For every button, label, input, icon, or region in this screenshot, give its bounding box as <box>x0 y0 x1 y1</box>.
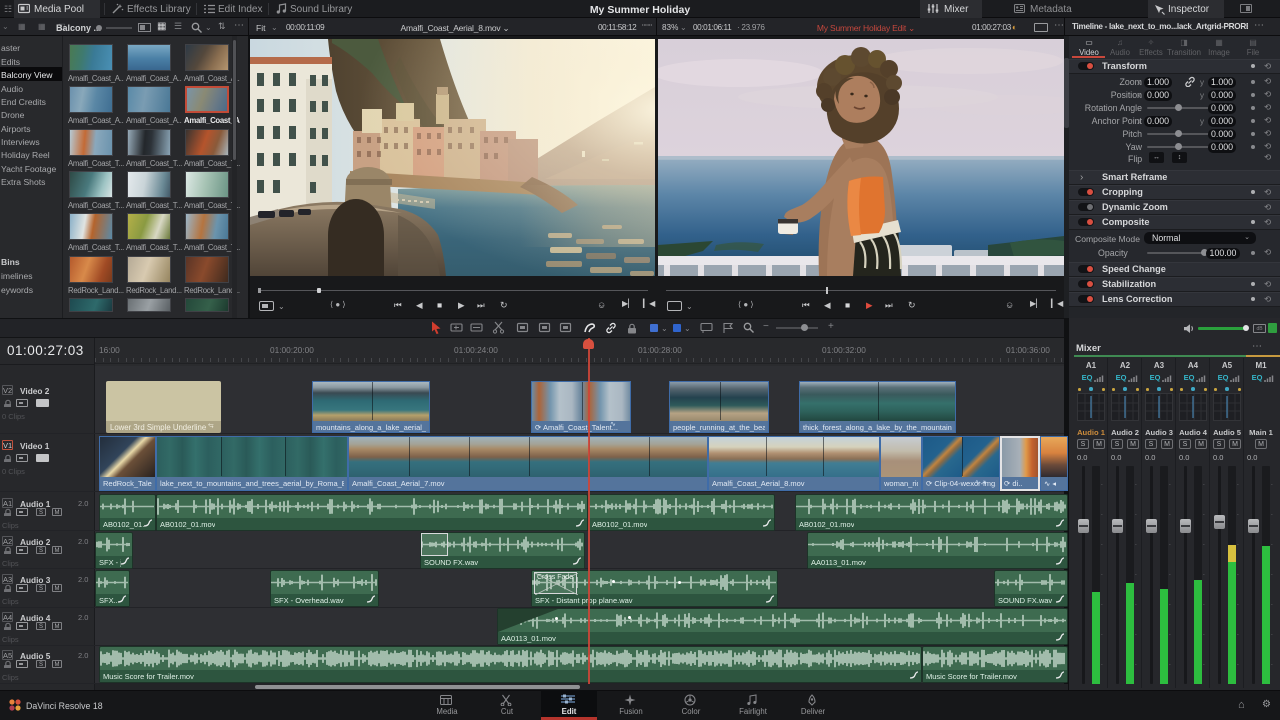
svg-text:-: - <box>1237 482 1239 488</box>
svg-text:-: - <box>1135 632 1137 638</box>
svg-text:-: - <box>1169 632 1171 638</box>
svg-text:-: - <box>1135 542 1137 548</box>
svg-text:-: - <box>1271 632 1273 638</box>
svg-text:-: - <box>1203 542 1205 548</box>
svg-text:-: - <box>1271 512 1273 518</box>
svg-text:-: - <box>1203 572 1205 578</box>
svg-text:-: - <box>1237 512 1239 518</box>
svg-text:-: - <box>1135 662 1137 668</box>
svg-text:-: - <box>1169 572 1171 578</box>
svg-text:-: - <box>1203 662 1205 668</box>
svg-text:-: - <box>1169 662 1171 668</box>
svg-text:-: - <box>1101 542 1103 548</box>
svg-text:-: - <box>1101 632 1103 638</box>
svg-text:-: - <box>1203 512 1205 518</box>
svg-text:-: - <box>1101 662 1103 668</box>
svg-text:-: - <box>1271 542 1273 548</box>
svg-text:-: - <box>1135 482 1137 488</box>
svg-text:-: - <box>1271 482 1273 488</box>
svg-text:-: - <box>1237 572 1239 578</box>
svg-text:-: - <box>1169 512 1171 518</box>
svg-text:-: - <box>1169 482 1171 488</box>
svg-text:-: - <box>1101 482 1103 488</box>
svg-text:-: - <box>1101 572 1103 578</box>
svg-text:-: - <box>1271 572 1273 578</box>
svg-text:-: - <box>1271 662 1273 668</box>
svg-text:-: - <box>1135 602 1137 608</box>
svg-text:-: - <box>1169 542 1171 548</box>
svg-text:-: - <box>1237 632 1239 638</box>
svg-text:-: - <box>1237 662 1239 668</box>
svg-text:-: - <box>1101 512 1103 518</box>
svg-text:-: - <box>1135 512 1137 518</box>
svg-text:-: - <box>1271 602 1273 608</box>
svg-text:-: - <box>1237 542 1239 548</box>
svg-text:-: - <box>1203 632 1205 638</box>
svg-text:-: - <box>1203 602 1205 608</box>
svg-text:-: - <box>1169 602 1171 608</box>
svg-text:-: - <box>1203 482 1205 488</box>
svg-text:-: - <box>1135 572 1137 578</box>
svg-text:-: - <box>1237 602 1239 608</box>
svg-text:-: - <box>1101 602 1103 608</box>
